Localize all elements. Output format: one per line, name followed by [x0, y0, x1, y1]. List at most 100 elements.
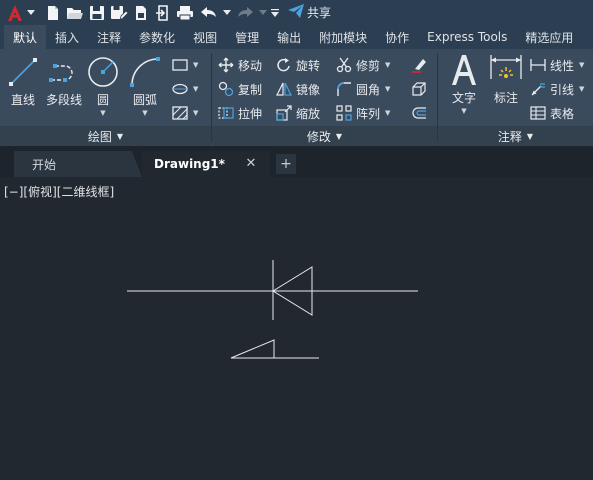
drawing-viewport[interactable]: [−][俯视][二维线框] — [0, 177, 593, 480]
explode-tool[interactable] — [411, 79, 431, 99]
draw-panel-label: 绘图 — [87, 129, 112, 144]
save-as-icon[interactable] — [108, 2, 130, 24]
dimension-tool[interactable]: 标注 — [488, 53, 524, 106]
rectangle-icon — [172, 57, 188, 73]
mirror-label: 镜像 — [296, 82, 321, 97]
import-icon[interactable] — [152, 2, 174, 24]
new-tab-plus-icon[interactable]: + — [276, 154, 296, 174]
array-tool[interactable]: 阵列 ▼ — [336, 103, 390, 123]
redo-dropdown-icon[interactable] — [258, 2, 268, 24]
ribbon: 直线 多段线 圆 ▼ 圆弧 ▼ ▼ ▼ ▼ 绘图 ▼ 移动 复制 拉伸 旋转 镜… — [0, 49, 593, 146]
leader-label: 引线 — [550, 82, 575, 97]
rectangle-tool[interactable]: ▼ — [172, 55, 198, 75]
arc-tool[interactable]: 圆弧 ▼ — [128, 55, 162, 117]
plot-icon[interactable] — [174, 2, 196, 24]
arc-dropdown-icon[interactable]: ▼ — [142, 109, 147, 117]
text-tool[interactable]: 文字 ▼ — [448, 53, 480, 115]
move-label: 移动 — [238, 58, 263, 73]
drawing-canvas[interactable] — [0, 177, 593, 480]
eraser-icon — [411, 57, 427, 73]
tab-insert[interactable]: 插入 — [46, 25, 88, 49]
fillet-tool[interactable]: 圆角 ▼ — [336, 79, 390, 99]
publish-icon[interactable] — [130, 2, 152, 24]
hatch-dropdown-icon[interactable]: ▼ — [193, 109, 198, 117]
open-icon[interactable] — [64, 2, 86, 24]
trim-tool[interactable]: 修剪 ▼ — [336, 55, 390, 75]
redo-icon[interactable] — [232, 2, 258, 24]
arc-icon — [128, 55, 162, 89]
mirror-tool[interactable]: 镜像 — [276, 79, 320, 99]
table-icon — [530, 105, 546, 121]
leader-tool[interactable]: 引线 ▼ — [530, 79, 584, 99]
stretch-tool[interactable]: 拉伸 — [218, 103, 262, 123]
text-icon — [447, 53, 481, 87]
autocad-logo-icon[interactable] — [4, 2, 26, 24]
quick-access-toolbar: 共享 — [0, 0, 593, 25]
table-tool[interactable]: 表格 — [530, 103, 574, 123]
linear-dimension-icon — [530, 57, 546, 73]
undo-icon[interactable] — [196, 2, 222, 24]
tab-express-tools[interactable]: Express Tools — [418, 25, 516, 49]
new-icon[interactable] — [42, 2, 64, 24]
app-menu-dropdown-icon[interactable] — [26, 6, 36, 20]
tab-parametric[interactable]: 参数化 — [130, 25, 184, 49]
tab-default[interactable]: 默认 — [4, 25, 47, 49]
tab-collaborate[interactable]: 协作 — [376, 25, 418, 49]
hatch-tool[interactable]: ▼ — [172, 103, 198, 123]
hatch-icon — [172, 105, 188, 121]
text-dropdown-icon[interactable]: ▼ — [461, 107, 466, 115]
fillet-dropdown-icon[interactable]: ▼ — [385, 85, 390, 93]
table-label: 表格 — [550, 106, 575, 121]
viewport-controls-label[interactable]: [−][俯视][二维线框] — [4, 183, 114, 200]
circle-dropdown-icon[interactable]: ▼ — [100, 109, 105, 117]
mirror-icon — [276, 81, 292, 97]
annotation-panel-expand-icon: ▼ — [526, 131, 534, 141]
line-icon — [6, 55, 40, 89]
stretch-label: 拉伸 — [238, 106, 263, 121]
rotate-tool[interactable]: 旋转 — [276, 55, 320, 75]
erase-tool[interactable] — [411, 55, 431, 75]
copy-tool[interactable]: 复制 — [218, 79, 262, 99]
tab-featured-apps[interactable]: 精选应用 — [516, 25, 582, 49]
trim-dropdown-icon[interactable]: ▼ — [385, 61, 390, 69]
move-tool[interactable]: 移动 — [218, 55, 262, 75]
tab-output[interactable]: 输出 — [268, 25, 310, 49]
ellipse-dropdown-icon[interactable]: ▼ — [193, 85, 198, 93]
draw-panel-title[interactable]: 绘图 ▼ — [0, 126, 211, 146]
copy-label: 复制 — [238, 82, 263, 97]
leader-dropdown-icon[interactable]: ▼ — [579, 85, 584, 93]
ellipse-tool[interactable]: ▼ — [172, 79, 198, 99]
undo-dropdown-icon[interactable] — [222, 2, 232, 24]
tab-start[interactable]: 开始 — [14, 151, 142, 177]
scale-tool[interactable]: 缩放 — [276, 103, 320, 123]
tab-annotate[interactable]: 注释 — [88, 25, 130, 49]
explode-icon — [411, 81, 427, 97]
linear-dropdown-icon[interactable]: ▼ — [579, 61, 584, 69]
save-icon[interactable] — [86, 2, 108, 24]
modify-panel-title[interactable]: 修改 ▼ — [212, 126, 437, 146]
rectangle-dropdown-icon[interactable]: ▼ — [193, 61, 198, 69]
offset-icon — [411, 105, 427, 121]
close-icon[interactable]: ✕ — [244, 156, 258, 171]
share-button[interactable]: 共享 — [288, 4, 331, 21]
circle-icon — [86, 55, 120, 89]
fillet-label: 圆角 — [356, 82, 381, 97]
linear-tool[interactable]: 线性 ▼ — [530, 55, 584, 75]
file-tab-bar: 开始 Drawing1* ✕ + — [0, 146, 593, 177]
tab-view[interactable]: 视图 — [184, 25, 226, 49]
tab-manage[interactable]: 管理 — [226, 25, 268, 49]
polyline-tool[interactable]: 多段线 — [42, 55, 86, 108]
polyline-label: 多段线 — [45, 93, 82, 107]
line-tool[interactable]: 直线 — [6, 55, 40, 108]
copy-icon — [218, 81, 234, 97]
tab-addins[interactable]: 附加模块 — [310, 25, 376, 49]
annotation-panel-title[interactable]: 注释 ▼ — [438, 126, 593, 146]
circle-tool[interactable]: 圆 ▼ — [86, 55, 120, 117]
offset-tool[interactable] — [411, 103, 431, 123]
move-icon — [218, 57, 234, 73]
modify-panel-expand-icon: ▼ — [335, 131, 343, 141]
array-dropdown-icon[interactable]: ▼ — [385, 109, 390, 117]
scale-label: 缩放 — [296, 106, 321, 121]
customize-toolbar-icon[interactable] — [268, 2, 282, 24]
modify-panel: 移动 复制 拉伸 旋转 镜像 缩放 修剪 ▼ 圆角 ▼ 阵列 ▼ 修改 ▼ — [212, 49, 437, 146]
